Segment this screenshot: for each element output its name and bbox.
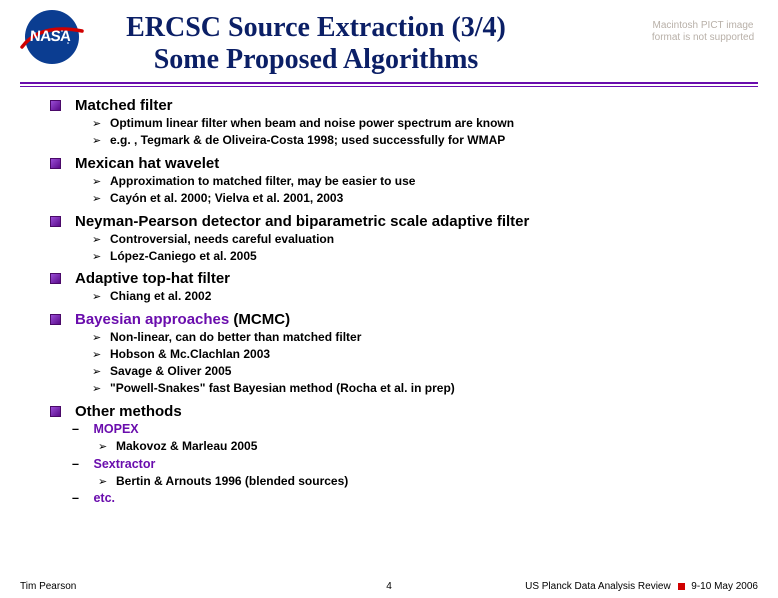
heading-text: (MCMC) xyxy=(229,311,290,328)
dash-list: MOPEX Makovoz & Marleau 2005 Sextractor … xyxy=(50,421,758,508)
bullet-square-icon xyxy=(50,158,61,169)
footer-date: 9-10 May 2006 xyxy=(691,581,758,592)
footer-event: US Planck Data Analysis Review 9-10 May … xyxy=(525,581,758,592)
list-item: Controversial, needs careful evaluation xyxy=(110,231,758,248)
red-square-icon xyxy=(678,583,685,590)
heading-other-methods: Other methods xyxy=(50,403,758,420)
slide: NASA ERCSC Source Extraction (3/4) Some … xyxy=(0,0,778,598)
list-item: López-Caniego et al. 2005 xyxy=(110,248,758,265)
heading-text: Mexican hat wavelet xyxy=(75,155,219,172)
footer-event-name: US Planck Data Analysis Review xyxy=(525,581,671,592)
list-item: Approximation to matched filter, may be … xyxy=(110,173,758,190)
footer-author: Tim Pearson xyxy=(20,581,76,592)
list-item: Optimum linear filter when beam and nois… xyxy=(110,115,758,132)
bullet-square-icon xyxy=(50,406,61,417)
list-item: Chiang et al. 2002 xyxy=(110,288,758,305)
list-item-group: Controversial, needs careful evaluation … xyxy=(50,231,758,265)
list-item: Savage & Oliver 2005 xyxy=(110,363,758,380)
list-item: "Powell-Snakes" fast Bayesian method (Ro… xyxy=(110,380,758,397)
bullet-square-icon xyxy=(50,273,61,284)
dash-item: etc. xyxy=(90,490,758,508)
slide-title: ERCSC Source Extraction (3/4) Some Propo… xyxy=(96,10,636,76)
heading-text: Matched filter xyxy=(75,97,173,114)
horizontal-rule xyxy=(20,82,758,87)
footer: Tim Pearson 4 US Planck Data Analysis Re… xyxy=(20,581,758,592)
title-line-1: ERCSC Source Extraction (3/4) xyxy=(96,12,536,44)
dash-item: Sextractor xyxy=(90,456,758,474)
dash-item: MOPEX xyxy=(90,421,758,439)
list-item-group: Non-linear, can do better than matched f… xyxy=(50,329,758,396)
heading-text-purple: Bayesian approaches xyxy=(75,311,229,328)
list-item-group: Approximation to matched filter, may be … xyxy=(50,173,758,207)
bullet-square-icon xyxy=(50,216,61,227)
list-item: e.g. , Tegmark & de Oliveira-Costa 1998;… xyxy=(110,132,758,149)
dash-label: Sextractor xyxy=(93,457,155,471)
nasa-logo-text: NASA xyxy=(29,28,71,45)
header-row: NASA ERCSC Source Extraction (3/4) Some … xyxy=(20,10,758,76)
heading-mexican-hat: Mexican hat wavelet xyxy=(50,155,758,172)
list-item: Cayón et al. 2000; Vielva et al. 2001, 2… xyxy=(110,190,758,207)
bullet-square-icon xyxy=(50,100,61,111)
list-item-group: Optimum linear filter when beam and nois… xyxy=(50,115,758,149)
list-item: Non-linear, can do better than matched f… xyxy=(110,329,758,346)
pict-placeholder-icon: Macintosh PICT image format is not suppo… xyxy=(648,10,758,54)
list-item: Bertin & Arnouts 1996 (blended sources) xyxy=(116,473,758,490)
footer-page-number: 4 xyxy=(386,581,392,592)
list-item-group: Chiang et al. 2002 xyxy=(50,288,758,305)
bullet-square-icon xyxy=(50,314,61,325)
heading-text: Neyman-Pearson detector and biparametric… xyxy=(75,213,529,230)
dash-label: MOPEX xyxy=(93,422,138,436)
content-body: Matched filter Optimum linear filter whe… xyxy=(20,97,758,508)
list-item: Makovoz & Marleau 2005 xyxy=(116,438,758,455)
nasa-logo: NASA xyxy=(20,10,84,64)
heading-bayesian: Bayesian approaches (MCMC) xyxy=(50,311,758,328)
title-line-2: Some Proposed Algorithms xyxy=(96,44,536,76)
heading-matched-filter: Matched filter xyxy=(50,97,758,114)
heading-text: Other methods xyxy=(75,403,182,420)
dash-label: etc. xyxy=(93,491,115,505)
heading-neyman-pearson: Neyman-Pearson detector and biparametric… xyxy=(50,213,758,230)
list-item: Hobson & Mc.Clachlan 2003 xyxy=(110,346,758,363)
heading-adaptive-tophat: Adaptive top-hat filter xyxy=(50,270,758,287)
heading-text: Adaptive top-hat filter xyxy=(75,270,230,287)
